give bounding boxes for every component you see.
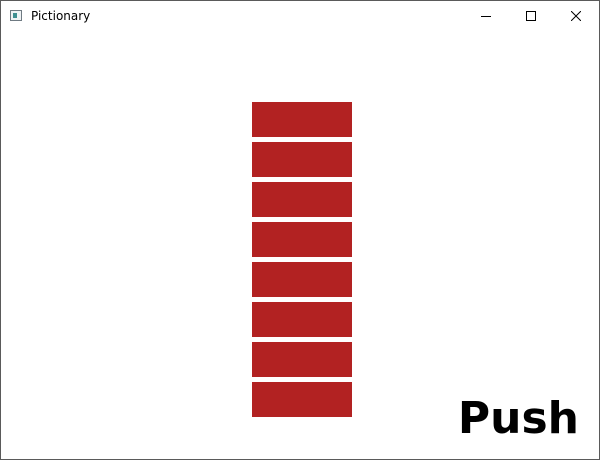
push-label[interactable]: Push (458, 393, 579, 445)
app-window-icon (10, 10, 22, 21)
minimize-icon (481, 16, 491, 17)
drawing-canvas[interactable]: Push (1, 31, 599, 459)
stack-block (252, 382, 352, 417)
maximize-icon (526, 11, 536, 21)
stack-block (252, 102, 352, 137)
maximize-button[interactable] (508, 1, 554, 31)
close-button[interactable] (553, 1, 599, 31)
stack-block (252, 262, 352, 297)
stack-block (252, 222, 352, 257)
stack-block (252, 142, 352, 177)
close-icon (571, 11, 581, 21)
stack-block (252, 182, 352, 217)
stack-block (252, 302, 352, 337)
stack-block (252, 342, 352, 377)
window-title: Pictionary (31, 9, 91, 23)
minimize-button[interactable] (463, 1, 509, 31)
app-window: Pictionary Push (0, 0, 600, 460)
title-bar[interactable]: Pictionary (1, 1, 599, 31)
